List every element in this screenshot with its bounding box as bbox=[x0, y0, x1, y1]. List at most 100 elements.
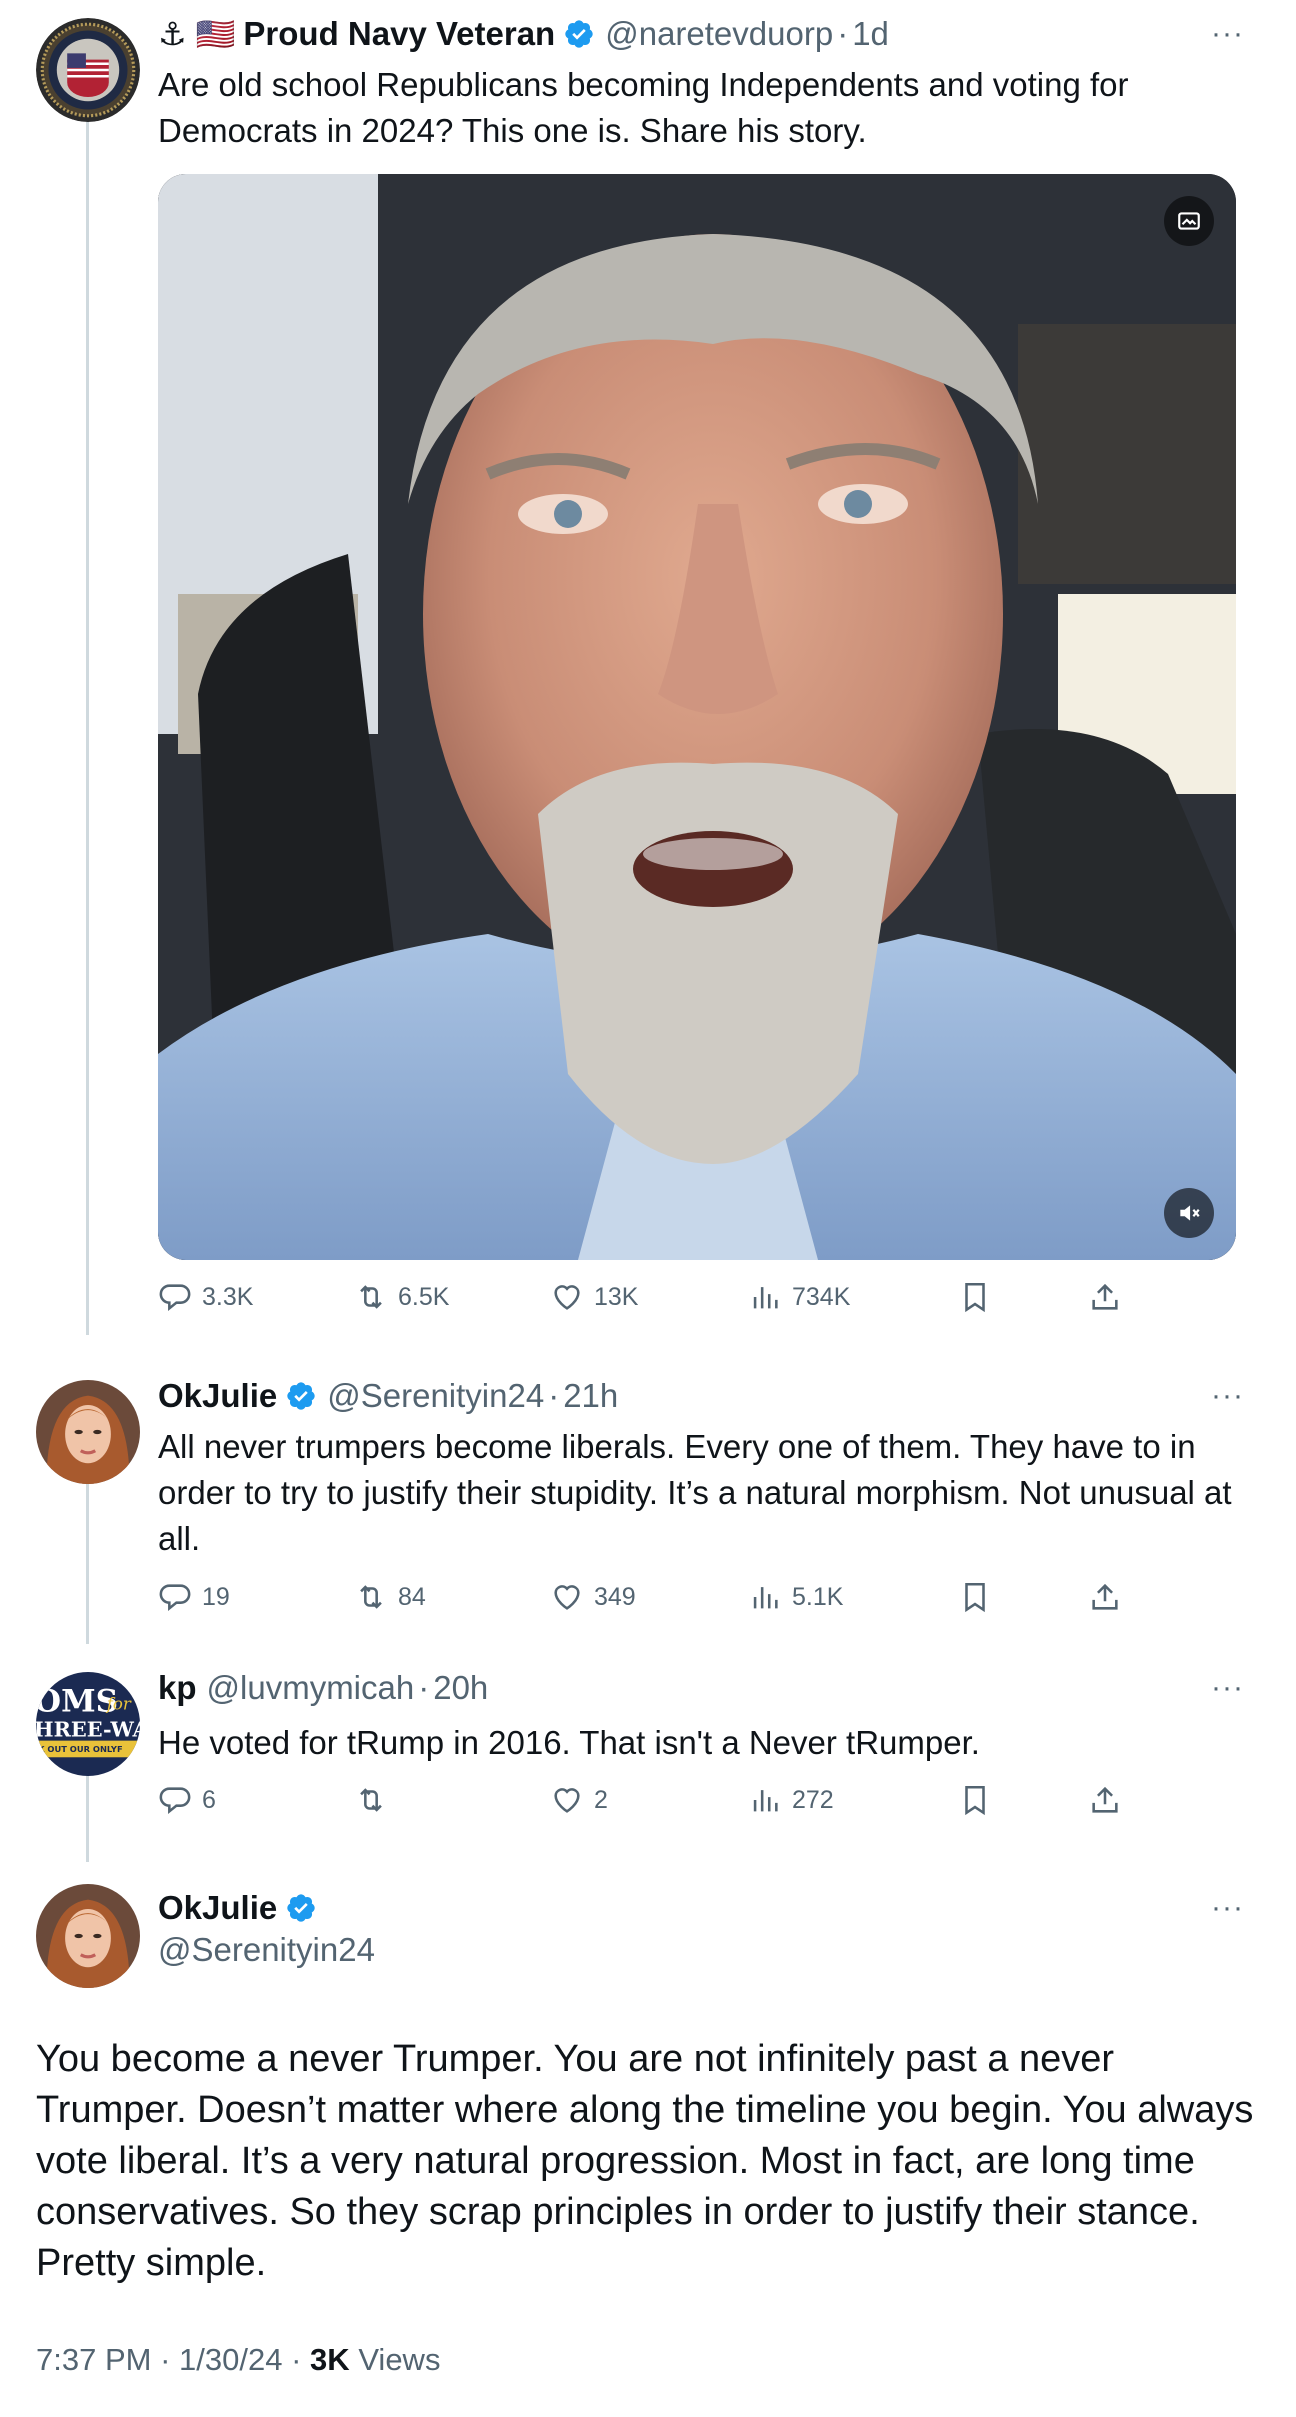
reply-button[interactable]: 6 bbox=[158, 1783, 216, 1817]
views-button[interactable]: 272 bbox=[748, 1783, 834, 1817]
more-options-icon[interactable]: ··· bbox=[1211, 1893, 1244, 1923]
video-thumbnail[interactable] bbox=[158, 174, 1236, 1260]
bookmark-button[interactable] bbox=[958, 1580, 1002, 1614]
reply-button[interactable]: 3.3K bbox=[158, 1280, 253, 1314]
views-count: 3K bbox=[310, 2342, 350, 2377]
views-count: 272 bbox=[792, 1786, 834, 1814]
bookmark-icon bbox=[965, 1582, 985, 1613]
avatar-text: K OUT OUR ONLYF bbox=[38, 1744, 123, 1754]
reply-count: 6 bbox=[202, 1786, 216, 1814]
tweet-time[interactable]: 20h bbox=[433, 1668, 488, 1708]
reply-button[interactable]: 19 bbox=[158, 1580, 230, 1614]
bookmark-icon bbox=[965, 1282, 985, 1313]
author-handle[interactable]: @Serenityin24 bbox=[327, 1376, 544, 1416]
author-name[interactable]: kp bbox=[158, 1668, 197, 1708]
heart-icon bbox=[554, 1585, 580, 1610]
like-button[interactable]: 2 bbox=[550, 1783, 608, 1817]
author-name[interactable]: Proud Navy Veteran bbox=[243, 14, 555, 54]
tweet-text: Are old school Republicans becoming Inde… bbox=[158, 66, 1129, 149]
views-label: Views bbox=[358, 2342, 441, 2377]
tweet-time[interactable]: 21h bbox=[563, 1376, 618, 1416]
main-tweet-header: OkJulie bbox=[158, 1888, 317, 1928]
tweet-header: kp @luvmymicah · 20h bbox=[158, 1668, 488, 1708]
reply-count: 3.3K bbox=[202, 1283, 254, 1311]
author-handle[interactable]: @naretevduorp bbox=[605, 14, 833, 54]
repost-button[interactable]: 84 bbox=[354, 1580, 426, 1614]
tweet-actions: 6 2 272 bbox=[158, 1783, 1138, 1823]
like-button[interactable]: 349 bbox=[550, 1580, 636, 1614]
bookmark-button[interactable] bbox=[958, 1280, 1002, 1314]
verified-badge-icon bbox=[285, 1380, 317, 1412]
tweet-text: All never trumpers become liberals. Ever… bbox=[158, 1428, 1232, 1557]
avatar[interactable] bbox=[36, 1380, 140, 1484]
author-handle[interactable]: @luvmymicah bbox=[207, 1668, 415, 1708]
video-frame bbox=[158, 174, 1236, 1260]
tweet-actions: 3.3K 6.5K 13K 734K bbox=[158, 1280, 1138, 1320]
share-button[interactable] bbox=[1088, 1783, 1132, 1817]
separator-dot: · bbox=[418, 1669, 430, 1706]
reply-icon bbox=[159, 1284, 191, 1311]
avatar[interactable] bbox=[36, 1884, 140, 1988]
bookmark-button[interactable] bbox=[958, 1783, 1002, 1817]
author-name[interactable]: OkJulie bbox=[158, 1888, 277, 1928]
tweet-meta: 7:37 PM · 1/30/24 · 3K Views bbox=[36, 2342, 440, 2378]
separator-dot: · bbox=[548, 1377, 560, 1414]
share-icon bbox=[1092, 1583, 1118, 1610]
author-name[interactable]: OkJulie bbox=[158, 1376, 277, 1416]
main-tweet-handle-row: @Serenityin24 bbox=[158, 1930, 375, 1970]
separator-dot: · bbox=[837, 15, 849, 52]
views-button[interactable]: 734K bbox=[748, 1280, 850, 1314]
share-button[interactable] bbox=[1088, 1580, 1132, 1614]
views-icon bbox=[753, 1287, 778, 1309]
verified-badge-icon bbox=[563, 18, 595, 50]
repost-icon bbox=[360, 1285, 382, 1309]
avatar-text: for bbox=[105, 1694, 132, 1713]
repost-count: 6.5K bbox=[398, 1283, 450, 1311]
like-count: 349 bbox=[594, 1583, 636, 1611]
share-icon bbox=[1092, 1786, 1118, 1813]
views-icon bbox=[753, 1790, 778, 1812]
more-options-icon[interactable]: ··· bbox=[1211, 1673, 1244, 1703]
bookmark-icon bbox=[965, 1785, 985, 1816]
avatar[interactable]: OMS for HREE-WAY K OUT OUR ONLYF bbox=[36, 1672, 140, 1776]
heart-icon bbox=[554, 1285, 580, 1310]
like-button[interactable]: 13K bbox=[550, 1280, 638, 1314]
mute-icon[interactable] bbox=[1164, 1188, 1214, 1238]
image-description-icon[interactable] bbox=[1164, 196, 1214, 246]
separator-dot: · bbox=[160, 2342, 171, 2377]
reply-count: 19 bbox=[202, 1583, 230, 1611]
avatar[interactable] bbox=[36, 18, 140, 122]
repost-icon bbox=[360, 1585, 382, 1609]
share-icon bbox=[1092, 1283, 1118, 1310]
views-count: 5.1K bbox=[792, 1583, 844, 1611]
repost-button[interactable]: 6.5K bbox=[354, 1280, 449, 1314]
avatar-text: HREE-WAY bbox=[36, 1716, 140, 1741]
share-button[interactable] bbox=[1088, 1280, 1132, 1314]
reply-icon bbox=[159, 1584, 191, 1611]
repost-icon bbox=[360, 1788, 382, 1812]
author-handle[interactable]: @Serenityin24 bbox=[158, 1930, 375, 1970]
views-button[interactable]: 5.1K bbox=[748, 1580, 843, 1614]
repost-count: 84 bbox=[398, 1583, 426, 1611]
more-options-icon[interactable]: ··· bbox=[1211, 1381, 1244, 1411]
more-options-icon[interactable]: ··· bbox=[1211, 19, 1244, 49]
views-icon bbox=[753, 1587, 778, 1609]
thread-line bbox=[86, 120, 89, 1335]
tweet-header: OkJulie @Serenityin24 · 21h bbox=[158, 1376, 618, 1416]
tweet-header: ⚓ 🇺🇸 Proud Navy Veteran @naretevduorp · … bbox=[158, 14, 889, 54]
verified-badge-icon bbox=[285, 1892, 317, 1924]
like-count: 13K bbox=[594, 1283, 639, 1311]
views-count: 734K bbox=[792, 1283, 851, 1311]
tweet-timestamp[interactable]: 7:37 PM bbox=[36, 2342, 151, 2377]
tweet-date[interactable]: 1/30/24 bbox=[179, 2342, 282, 2377]
tweet-time[interactable]: 1d bbox=[852, 14, 889, 54]
reply-icon bbox=[159, 1787, 191, 1814]
heart-icon bbox=[554, 1788, 580, 1813]
main-tweet-text: You become a never Trumper. You are not … bbox=[36, 2038, 1254, 2284]
separator-dot: · bbox=[291, 2342, 302, 2377]
like-count: 2 bbox=[594, 1786, 608, 1814]
thread-line bbox=[86, 1462, 89, 1644]
tweet-actions: 19 84 349 5.1K bbox=[158, 1580, 1138, 1620]
anchor-flag-emoji: ⚓ 🇺🇸 bbox=[158, 16, 236, 52]
repost-button[interactable] bbox=[354, 1783, 398, 1817]
